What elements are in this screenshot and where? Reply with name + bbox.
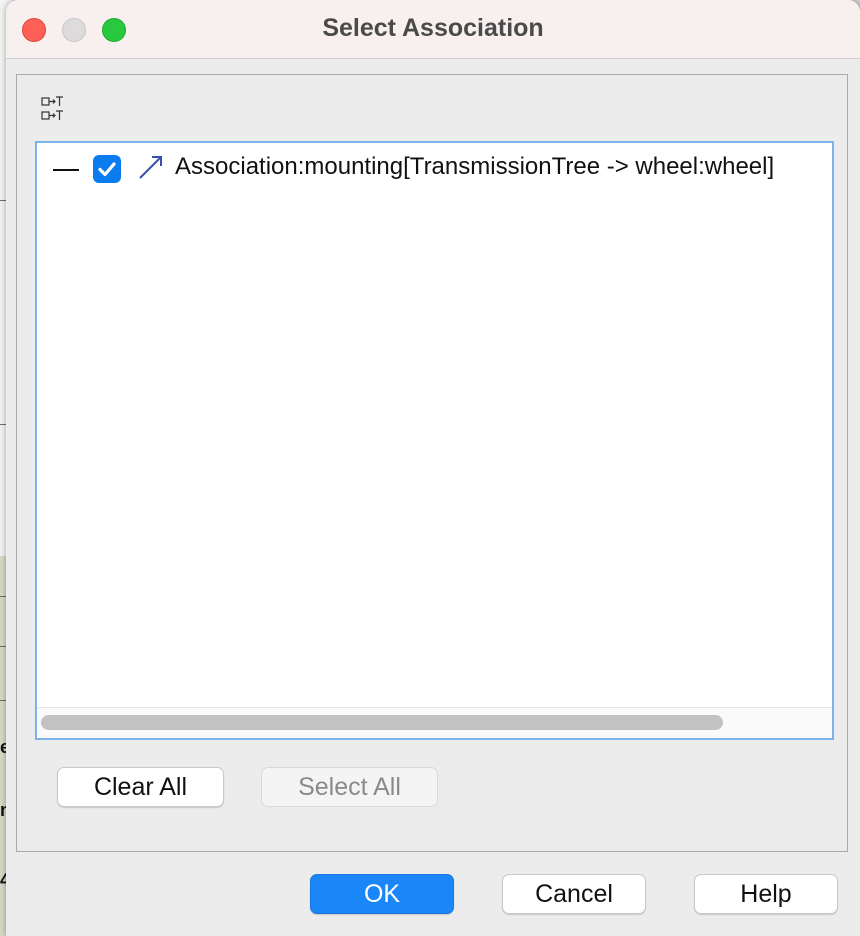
select-association-dialog: Select Association Association:mounting[… xyxy=(6,0,860,936)
association-checkbox[interactable] xyxy=(93,155,121,183)
ok-button[interactable]: OK xyxy=(310,874,454,914)
cancel-button[interactable]: Cancel xyxy=(502,874,646,914)
association-label[interactable]: Association:mounting[TransmissionTree ->… xyxy=(175,153,774,181)
checkmark-icon xyxy=(98,162,116,177)
title-bar: Select Association xyxy=(6,0,860,59)
help-button[interactable]: Help xyxy=(694,874,838,914)
horizontal-scrollbar[interactable] xyxy=(37,707,832,738)
select-all-button[interactable]: Select All xyxy=(261,767,438,807)
clear-all-button[interactable]: Clear All xyxy=(57,767,224,807)
association-arrow-icon xyxy=(137,153,165,181)
scrollbar-thumb[interactable] xyxy=(41,715,723,730)
expand-tree-icon[interactable] xyxy=(41,95,71,125)
content-panel: Association:mounting[TransmissionTree ->… xyxy=(16,74,848,852)
association-tree[interactable]: Association:mounting[TransmissionTree ->… xyxy=(35,141,834,740)
tree-line xyxy=(53,169,79,171)
window-title: Select Association xyxy=(322,14,544,42)
tree-row[interactable]: Association:mounting[TransmissionTree ->… xyxy=(37,143,832,193)
